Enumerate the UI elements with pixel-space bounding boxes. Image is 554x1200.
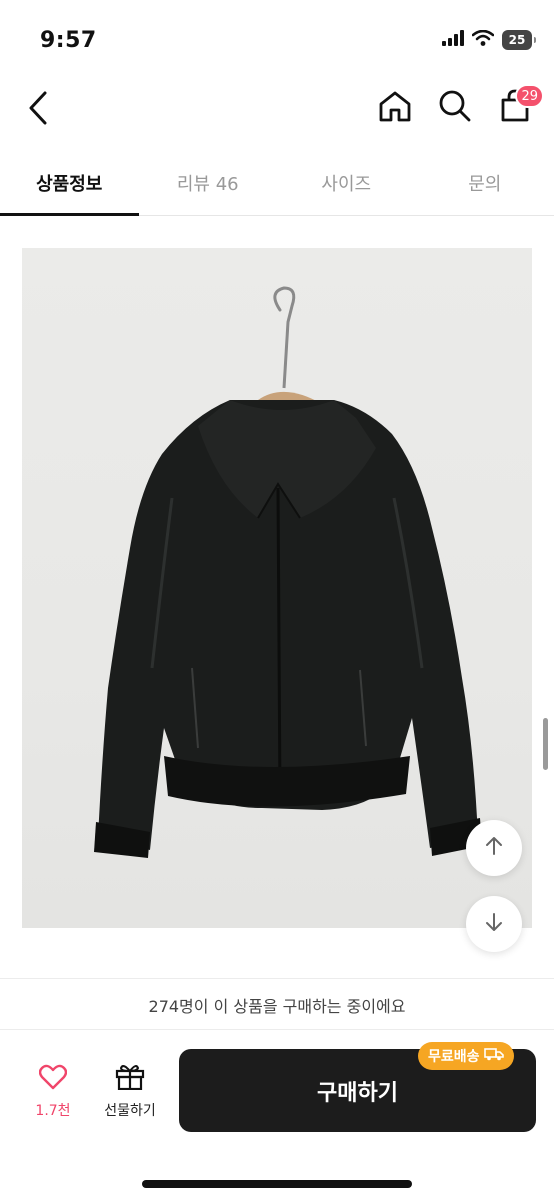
cart-button[interactable]: 29 — [496, 84, 544, 128]
product-tabs: 상품정보 리뷰 46 사이즈 문의 — [0, 150, 554, 216]
nav-actions: 29 — [376, 84, 544, 128]
truck-icon — [483, 1047, 504, 1065]
purchase-info-banner: 274명이 이 상품을 구매하는 중이에요 — [0, 980, 554, 1030]
arrow-up-icon — [483, 835, 505, 861]
battery-icon: 25 — [502, 30, 536, 50]
scroll-up-button[interactable] — [466, 820, 522, 876]
jacket-illustration — [94, 400, 482, 858]
like-button[interactable]: 1.7천 — [22, 1064, 84, 1120]
scrollbar-thumb[interactable] — [543, 718, 548, 770]
status-icons: 25 — [442, 29, 536, 50]
hanger-illustration — [248, 286, 334, 418]
like-count: 1.7천 — [35, 1103, 71, 1119]
nav-header: 29 — [0, 80, 554, 142]
product-image — [22, 248, 532, 928]
search-icon — [438, 89, 472, 127]
arrow-down-icon — [483, 911, 505, 937]
status-time: 9:57 — [40, 28, 97, 53]
cart-count-badge: 29 — [515, 84, 544, 108]
tab-reviews[interactable]: 리뷰 46 — [139, 150, 278, 215]
divider — [0, 978, 554, 979]
gift-label: 선물하기 — [104, 1103, 156, 1119]
signal-icon — [442, 30, 464, 50]
free-shipping-badge: 무료배송 — [418, 1042, 514, 1070]
gift-icon — [115, 1062, 145, 1094]
search-button[interactable] — [436, 88, 474, 128]
home-indicator — [142, 1180, 412, 1188]
tab-product-info[interactable]: 상품정보 — [0, 150, 139, 216]
gift-button[interactable]: 선물하기 — [96, 1062, 164, 1120]
home-icon — [378, 90, 412, 126]
home-button[interactable] — [376, 88, 414, 128]
scroll-down-button[interactable] — [466, 896, 522, 952]
tab-inquiry[interactable]: 문의 — [416, 150, 554, 215]
back-button[interactable] — [20, 90, 56, 130]
free-shipping-label: 무료배송 — [428, 1049, 480, 1065]
wifi-icon — [471, 29, 495, 50]
tab-size[interactable]: 사이즈 — [277, 150, 416, 215]
heart-icon — [38, 1064, 68, 1094]
back-icon — [28, 91, 48, 129]
status-bar: 9:57 25 — [0, 0, 554, 80]
